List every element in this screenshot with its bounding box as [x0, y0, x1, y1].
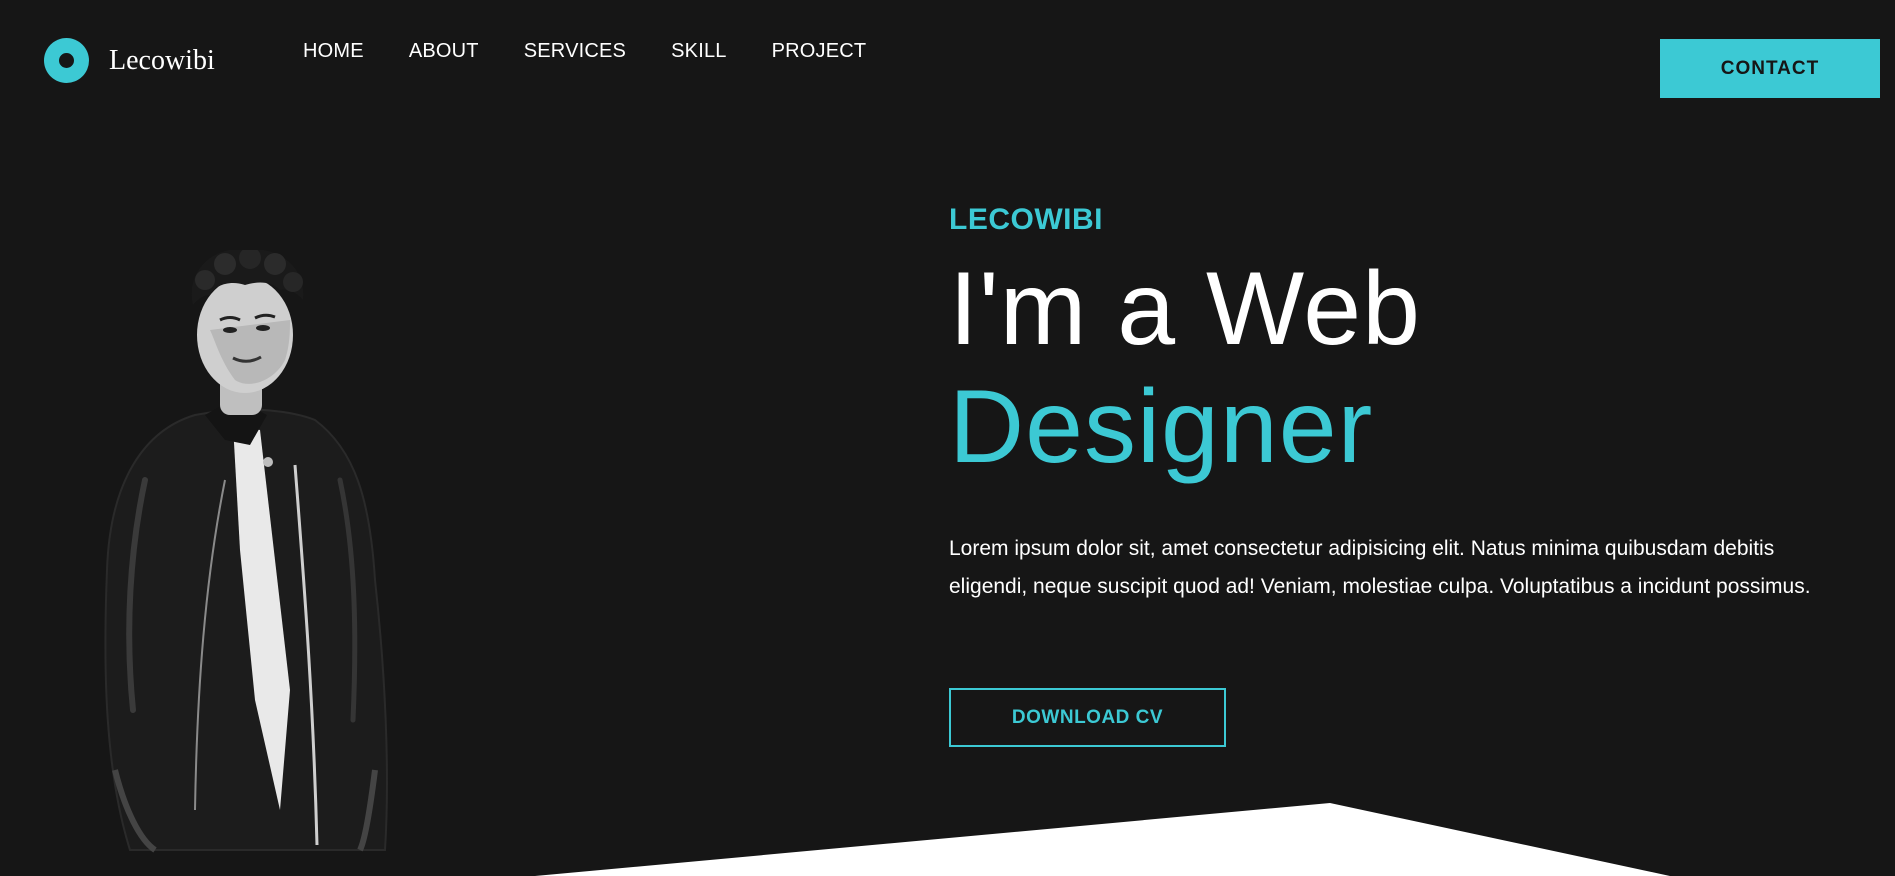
- hero-content: LECOWIBI I'm a Web Designer Lorem ipsum …: [949, 200, 1849, 627]
- site-header: Lecowibi HOME ABOUT SERVICES SKILL PROJE…: [0, 0, 1895, 120]
- hero-portrait-image: [104, 250, 388, 853]
- hero-description: Lorem ipsum dolor sit, amet consectetur …: [949, 537, 1811, 598]
- hero-eyebrow: LECOWIBI: [949, 203, 1103, 236]
- ring-logo-icon: [44, 38, 89, 83]
- hero-headline-line2: Designer: [949, 369, 1374, 485]
- brand-name: Lecowibi: [109, 44, 215, 76]
- bottom-decorative-shape: [535, 803, 1670, 876]
- nav-item-home[interactable]: HOME: [303, 40, 364, 63]
- nav-item-skill[interactable]: SKILL: [671, 40, 726, 63]
- contact-button[interactable]: CONTACT: [1660, 39, 1880, 98]
- brand-logo[interactable]: Lecowibi: [44, 38, 215, 83]
- nav-item-project[interactable]: PROJECT: [772, 40, 867, 63]
- nav-item-services[interactable]: SERVICES: [524, 40, 626, 63]
- hero-headline-line1: I'm a Web: [949, 251, 1421, 367]
- download-cv-button[interactable]: DOWNLOAD CV: [949, 688, 1226, 747]
- nav-item-about[interactable]: ABOUT: [409, 40, 479, 63]
- main-nav: HOME ABOUT SERVICES SKILL PROJECT: [303, 40, 866, 63]
